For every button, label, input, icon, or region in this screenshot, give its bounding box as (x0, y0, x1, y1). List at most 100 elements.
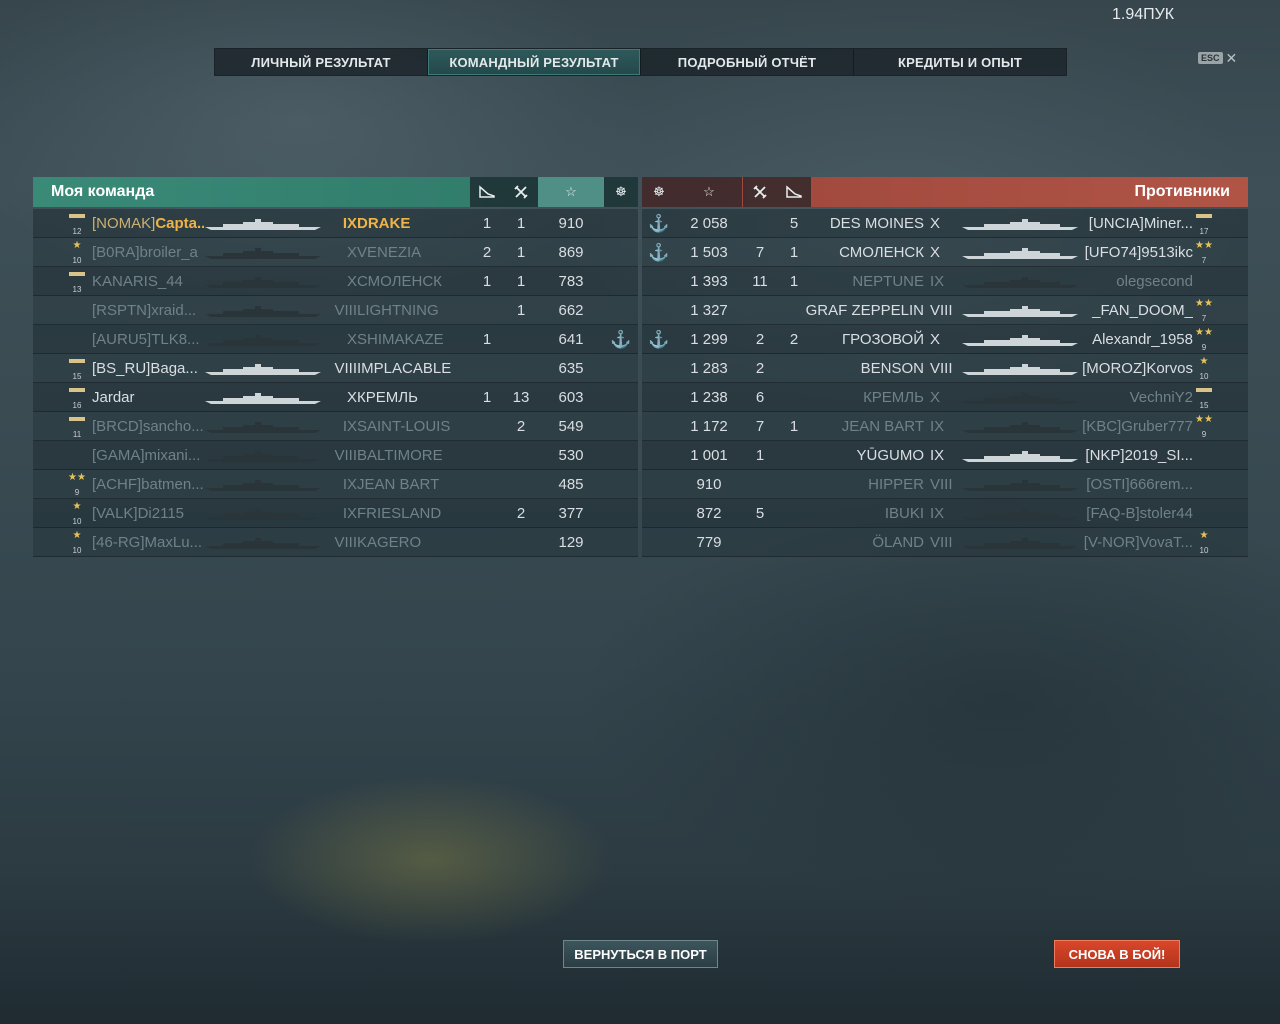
team-row[interactable]: 16 Jardar X КРЕМЛЬ 1 13 603 (33, 383, 638, 412)
anchor-medal-icon (604, 354, 638, 383)
team-row[interactable]: 15 [BS_RU] Baga... VIII IMPLACABLE 635 (33, 354, 638, 383)
anchor-medal-icon (604, 209, 638, 238)
ships-destroyed-icon (470, 177, 504, 207)
ship-tier: VIII (930, 534, 953, 551)
return-to-port-button[interactable]: ВЕРНУТЬСЯ В ПОРТ (563, 940, 718, 968)
base-xp-score: 779 (696, 534, 722, 551)
rank-bars-icon (69, 417, 85, 421)
anchor-medal-icon (642, 267, 676, 296)
enemy-row[interactable]: 779 ÖLAND VIII [V-NOR] VovaT... ★ 10 (642, 528, 1248, 557)
team-row[interactable]: 13 KANARIS_44 X СМОЛЕНСК 1 1 783 (33, 267, 638, 296)
base-xp-score: 1 393 (690, 273, 728, 290)
tab-detailed-report[interactable]: ПОДРОБНЫЙ ОТЧЁТ (641, 49, 854, 75)
anchor-medal-icon (604, 412, 638, 441)
enemy-row[interactable]: 1 001 1 YŪGUMO IX [NKP] 2019_SI... (642, 441, 1248, 470)
base-xp-score: 910 (558, 215, 584, 232)
ship-silhouette-icon (960, 305, 1080, 317)
team-row[interactable]: ★ 10 [VALK] Di2115 IX FRIESLAND 2 377 (33, 499, 638, 528)
base-xp-score: 869 (558, 244, 584, 261)
base-xp-score: 1 001 (690, 447, 728, 464)
player-name: [VALK] Di2115 (92, 499, 204, 528)
planes-destroyed-count: 2 (755, 360, 765, 377)
tab-personal-result[interactable]: ЛИЧНЫЙ РЕЗУЛЬТАТ (215, 49, 428, 75)
player-nickname: broiler_a (139, 244, 198, 261)
ship-name: BENSON (860, 360, 924, 377)
ship-tier: IX (342, 418, 357, 435)
ship-tier: VIII (930, 360, 953, 377)
enemy-row[interactable]: ⚓ 1 299 2 2 ГРОЗОВОЙ X Alexandr_1958 ★★ 9 (642, 325, 1248, 354)
ship-silhouette-icon (960, 537, 1080, 549)
player-nickname: sancho... (142, 418, 204, 435)
player-name: [46-RG] MaxLu... (92, 528, 204, 557)
clan-tag: [ACHF] (92, 476, 142, 493)
team-row[interactable]: 11 [BRCD] sancho... IX SAINT-LOUIS 2 549 (33, 412, 638, 441)
player-name: [UFO74] 9513ikc (1083, 238, 1193, 267)
ship-name: KAGERO (357, 534, 422, 551)
ship-name: JEAN BART (841, 418, 924, 435)
team-row[interactable]: ★ 10 [46-RG] MaxLu... VIII KAGERO 129 (33, 528, 638, 557)
planes-destroyed-count: 2 (516, 418, 526, 435)
rank-number: 10 (72, 546, 82, 555)
enemy-row[interactable]: 1 238 6 КРЕМЛЬ X VechniY2 15 (642, 383, 1248, 412)
tab-team-result[interactable]: КОМАНДНЫЙ РЕЗУЛЬТАТ (428, 49, 641, 75)
rank-badge-icon (1195, 270, 1213, 294)
ship-silhouette-icon (203, 334, 323, 346)
team-row[interactable]: [GAMA] mixani... VIII BALTIMORE 530 (33, 441, 638, 470)
enemy-row[interactable]: 872 5 IBUKI IX [FAQ-B] stoler44 (642, 499, 1248, 528)
ship-name: LIGHTNING (357, 302, 439, 319)
base-xp-score: 2 058 (690, 215, 728, 232)
star-icon: ☆ (538, 177, 604, 207)
team-row[interactable]: 12 [NOMAK]Capta... IXDRAKE 1 1 910 (33, 209, 638, 238)
enemy-row[interactable]: ⚓ 2 058 5 DES MOINES X [UNCIA] Miner... 17 (642, 209, 1248, 238)
player-nickname: Capta... (155, 215, 204, 232)
player-name: [FAQ-B] stoler44 (1083, 499, 1193, 528)
team-row[interactable]: [RSPTN] xraid... VIII LIGHTNING 1 662 (33, 296, 638, 325)
rank-number: 7 (1201, 256, 1207, 265)
ship-tier: IX (930, 418, 945, 435)
enemy-team-list: ⚓ 2 058 5 DES MOINES X [UNCIA] Miner... 17 ⚓ 1 50… (642, 209, 1248, 557)
rank-badge-icon (1195, 444, 1213, 468)
planes-destroyed-count: 11 (752, 273, 768, 290)
player-name: [AURU5] TLK8... (92, 325, 204, 354)
enemy-row[interactable]: 1 283 2 BENSON VIII [MOROZ] Korvos ★ 10 (642, 354, 1248, 383)
enemy-row[interactable]: 910 HIPPER VIII [OSTI] 666rem... (642, 470, 1248, 499)
battle-again-button[interactable]: СНОВА В БОЙ! (1054, 940, 1180, 968)
ships-destroyed-count: 2 (482, 244, 492, 261)
team-row[interactable]: ★ 10 [B0RA] broiler_a X VENEZIA 2 1 869 (33, 238, 638, 267)
team-row[interactable]: [AURU5] TLK8... X SHIMAKAZE 1 641 ⚓ (33, 325, 638, 354)
player-name: [B0RA] broiler_a (92, 238, 204, 267)
rank-number: 7 (1201, 314, 1207, 323)
enemy-row[interactable]: 1 327 GRAF ZEPPELIN VIII _FAN_DOOM_ ★★ 7 (642, 296, 1248, 325)
rank-number: 13 (72, 285, 82, 294)
enemy-row[interactable]: 1 172 7 1 JEAN BART IX [KBC] Gruber777 ★★ 9 (642, 412, 1248, 441)
player-nickname: Miner... (1143, 215, 1193, 232)
player-nickname: Di2115 (137, 505, 185, 522)
my-team-list: 12[NOMAK]Capta...IXDRAKE11910★10[B0RA]br… (33, 209, 638, 557)
player-nickname: VechniY2 (1129, 389, 1193, 406)
planes-destroyed-count (504, 325, 538, 354)
rank-number: 17 (1199, 227, 1209, 236)
enemy-row[interactable]: 1 393 11 1 NEPTUNE IX olegsecond (642, 267, 1248, 296)
base-xp-score: 1 299 (690, 331, 728, 348)
ship-name: JEAN BART (357, 476, 440, 493)
ship-name: DRAKE (357, 215, 411, 232)
ship-tier: X (346, 331, 357, 348)
base-xp-score: 530 (558, 447, 584, 464)
base-xp-score: 1 327 (690, 302, 728, 319)
rank-badge-icon (1195, 502, 1213, 526)
clan-tag: [MOROZ] (1083, 360, 1147, 377)
team-row[interactable]: ★★ 9 [ACHF] batmen... IX JEAN BART 485 (33, 470, 638, 499)
close-button[interactable]: ESC ✕ (1198, 50, 1238, 66)
planes-destroyed-count (504, 528, 538, 557)
enemy-row[interactable]: ⚓ 1 503 7 1 СМОЛЕНСК X [UFO74] 9513ikc ★★ 7 (642, 238, 1248, 267)
anchor-medal-icon (642, 441, 676, 470)
ships-destroyed-icon (777, 177, 811, 207)
player-nickname: olegsecond (1116, 273, 1193, 290)
close-icon: ✕ (1225, 50, 1238, 66)
ships-destroyed-count (470, 412, 504, 441)
player-name: [NKP] 2019_SI... (1083, 441, 1193, 470)
anchor-medal-icon: ⚓ (648, 213, 670, 233)
ship-silhouette-icon (203, 363, 323, 375)
clan-tag: [UNCIA] (1088, 215, 1144, 232)
tab-credits-xp[interactable]: КРЕДИТЫ И ОПЫТ (854, 49, 1066, 75)
